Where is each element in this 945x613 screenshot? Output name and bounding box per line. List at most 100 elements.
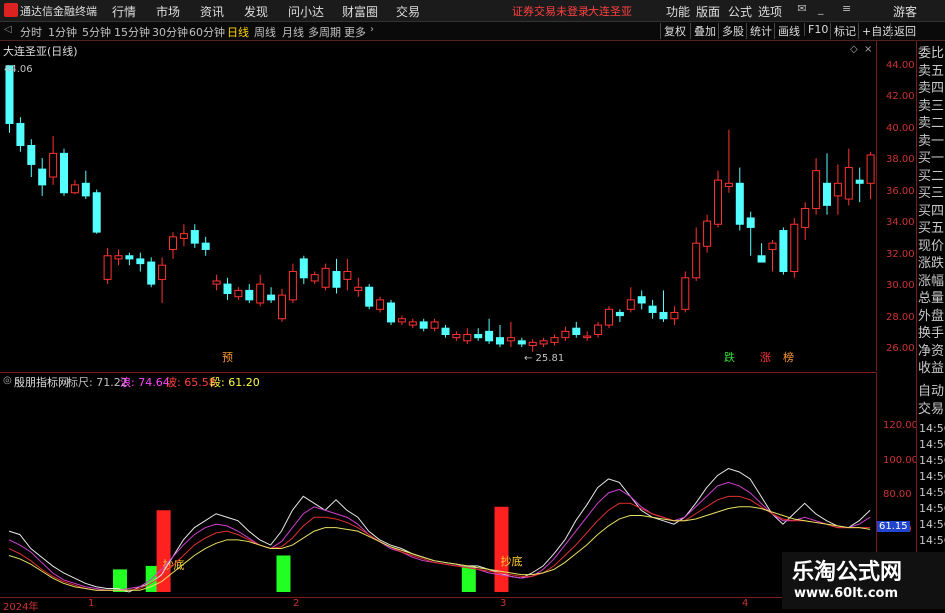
tool-restore-rights[interactable]: 复权 [660, 23, 689, 39]
period-weekly[interactable]: 周线 [254, 24, 276, 40]
tool-back[interactable]: 返回 [890, 23, 919, 39]
date-year: 2024年 [3, 602, 39, 613]
period-1min[interactable]: 1分钟 [48, 24, 77, 40]
candle-body [746, 217, 755, 228]
period-5min[interactable]: 5分钟 [82, 24, 111, 40]
menu-wealth[interactable]: 财富圈 [342, 3, 378, 20]
candle-body [844, 167, 853, 200]
period-30min[interactable]: 30分钟 [152, 24, 188, 40]
candle-body [299, 258, 308, 279]
period-monthly[interactable]: 月线 [282, 24, 304, 40]
indicator-line [8, 506, 871, 591]
menu-ask[interactable]: 问小达 [288, 3, 324, 20]
signal-marker: 榜 [783, 350, 794, 364]
app-title: 通达信金融终端 [20, 5, 97, 18]
quote-field[interactable]: 买二 [918, 168, 945, 186]
message-icon[interactable]: ✉ [795, 2, 809, 16]
menu-market[interactable]: 市场 [156, 3, 180, 20]
candle-body [681, 277, 690, 310]
bottom-signal-label: 抄底 [501, 554, 523, 568]
candle-body [594, 324, 603, 335]
quote-field[interactable]: 委比 [918, 45, 945, 63]
guest-label[interactable]: 游客 [893, 3, 917, 20]
auto-trade-tab[interactable]: 自动 [918, 383, 945, 401]
quote-field[interactable]: 收益 [918, 360, 945, 378]
signal-marker: 跌 [724, 350, 735, 364]
back-arrow-icon[interactable]: ◁ [4, 24, 12, 35]
candle-body [212, 280, 221, 285]
candle-body [125, 255, 134, 260]
candle-body [354, 286, 363, 291]
quote-field[interactable]: 卖五 [918, 63, 945, 81]
menu-formula[interactable]: 公式 [728, 3, 752, 20]
candle-body [321, 267, 330, 288]
price-tick: 36.00 [886, 185, 915, 197]
candle-body [474, 334, 483, 339]
quote-field[interactable]: 卖四 [918, 80, 945, 98]
candle-body [724, 182, 733, 187]
quote-field[interactable]: 买三 [918, 185, 945, 203]
candle-body [234, 289, 243, 298]
period-intraday[interactable]: 分时 [20, 24, 42, 40]
candle-body [735, 182, 744, 225]
tool-overlay[interactable]: 叠加 [690, 23, 719, 39]
period-multi[interactable]: 多周期 [308, 24, 341, 40]
menu-options[interactable]: 选项 [758, 3, 782, 20]
candle-body [376, 299, 385, 310]
indicator-line [8, 495, 871, 591]
menu-trade[interactable]: 交易 [396, 3, 420, 20]
period-daily[interactable]: 日线 [227, 24, 249, 40]
period-more[interactable]: 更多 [344, 24, 366, 40]
candle-body [626, 299, 635, 310]
menu-function[interactable]: 功能 [666, 3, 690, 20]
tool-draw[interactable]: 画线 [774, 23, 803, 39]
signal-marker: 涨 [760, 351, 771, 364]
quote-field[interactable]: 卖一 [918, 133, 945, 151]
menu-icon[interactable]: ≡ [842, 2, 851, 15]
tool-multi-stock[interactable]: 多股 [718, 23, 747, 39]
more-chevron-icon[interactable]: › [370, 24, 374, 35]
candle-body [343, 271, 352, 280]
candle-body [245, 289, 254, 301]
quote-field[interactable]: 涨跌 [918, 255, 945, 273]
candle-body [147, 261, 156, 285]
period-15min[interactable]: 15分钟 [114, 24, 150, 40]
quote-field[interactable]: 买四 [918, 203, 945, 221]
quote-field[interactable]: 换手 [918, 325, 945, 343]
minimize-icon[interactable]: _ [818, 2, 824, 15]
quote-field[interactable]: 卖二 [918, 115, 945, 133]
menu-layout[interactable]: 版面 [696, 3, 720, 20]
indicator-chart: 抄底 抄底 [8, 467, 871, 593]
quote-field[interactable]: 现价 [918, 238, 945, 256]
auto-trade-tab[interactable]: 交易 [918, 401, 945, 419]
candle-body [38, 168, 47, 186]
quote-field[interactable]: 涨幅 [918, 273, 945, 291]
trade-login-warning[interactable]: 证券交易未登录 [512, 3, 589, 19]
tool-mark[interactable]: 标记 [830, 23, 859, 39]
candle-body [70, 184, 79, 194]
quote-field[interactable]: 总量 [918, 290, 945, 308]
candle-body [16, 122, 25, 146]
price-tick: 38.00 [886, 154, 915, 166]
indicator-line [8, 481, 871, 591]
quote-field[interactable]: 买五 [918, 220, 945, 238]
quote-field[interactable]: 外盘 [918, 308, 945, 326]
quote-field[interactable]: 买一 [918, 150, 945, 168]
tool-statistics[interactable]: 统计 [746, 23, 775, 39]
candle-body [615, 311, 624, 317]
menu-discover[interactable]: 发现 [244, 3, 268, 20]
candle-body [278, 294, 286, 320]
high-price-label: 44.06 [4, 64, 33, 75]
quote-field[interactable]: 净资 [918, 343, 945, 361]
period-60min[interactable]: 60分钟 [189, 24, 225, 40]
candle-body [365, 286, 374, 307]
candle-body [463, 334, 472, 342]
candle-body [267, 294, 276, 301]
watermark: 乐淘公式网 www.60lt.com [782, 552, 945, 609]
quote-field[interactable]: 卖三 [918, 98, 945, 116]
menu-quotes[interactable]: 行情 [112, 3, 136, 20]
tool-f10[interactable]: F10 [804, 23, 831, 36]
candle-body [823, 182, 831, 206]
menu-news[interactable]: 资讯 [200, 3, 224, 20]
candle-body [812, 170, 821, 209]
